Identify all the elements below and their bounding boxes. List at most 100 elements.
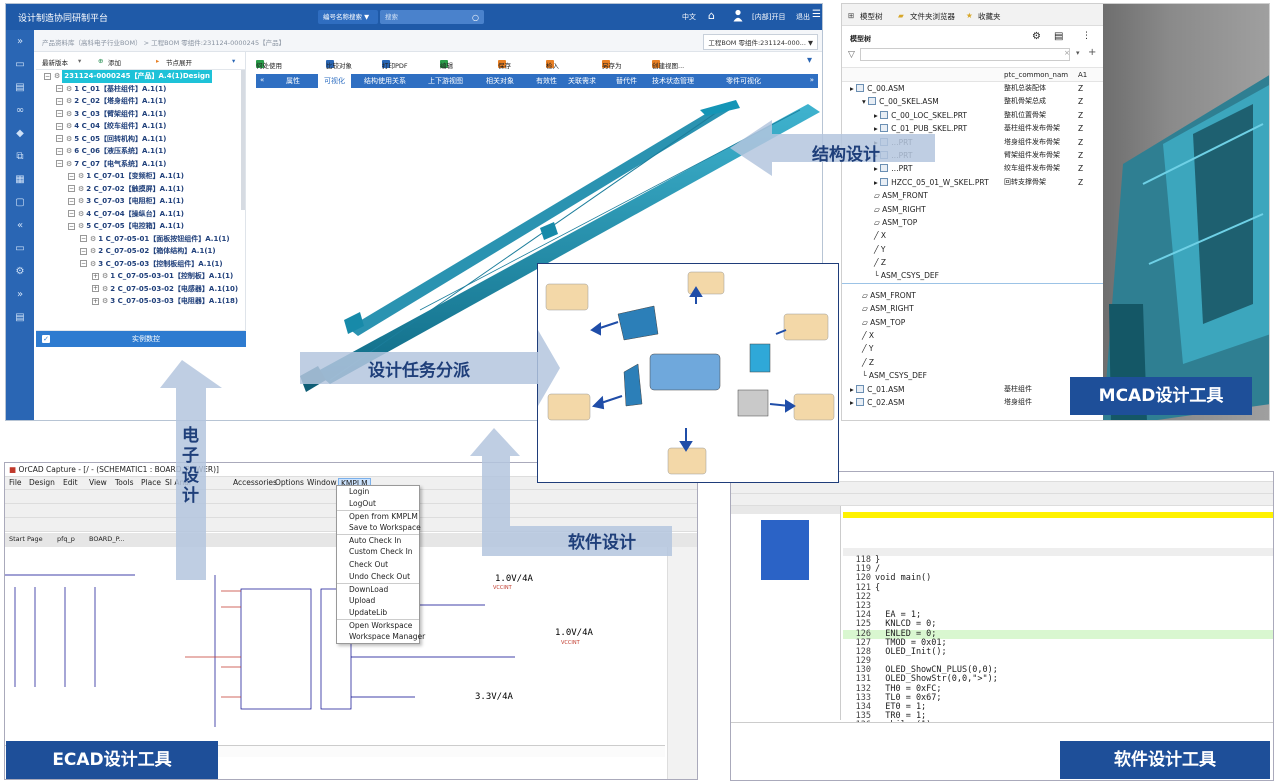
tree-toggle-icon[interactable]: −	[56, 160, 63, 167]
document-icon[interactable]: ▤	[6, 76, 34, 99]
tree-row[interactable]: − ⚙ 2 C_02【塔身组件】A.1(1)	[36, 95, 245, 108]
tree-scrollbar[interactable]	[241, 70, 245, 210]
expand-node-button[interactable]: 节点展开	[166, 57, 192, 67]
tree-toggle-icon[interactable]: +	[92, 285, 99, 292]
model-tree-row[interactable]: ▸ C_00.ASM 整机总装配体 Z	[842, 82, 1103, 95]
tree-toggle-icon[interactable]: −	[56, 122, 63, 130]
kmplm-menu-item[interactable]: Save to Workspace	[337, 522, 421, 534]
kmplm-menu-item[interactable]: Auto Check In	[337, 534, 419, 546]
filter-icon[interactable]: ▽	[848, 50, 855, 60]
tree-row[interactable]: + ⚙ 2 C_07-05-03-02【电感器】A.1(10)	[36, 283, 245, 296]
tree-row[interactable]: − ⚙ 6 C_06【液压系统】A.1(1)	[36, 145, 245, 158]
tree-toggle-icon[interactable]: −	[56, 135, 63, 142]
panel-checkbox[interactable]: ✓	[42, 335, 50, 343]
tab-8[interactable]: 技术状态管理	[652, 76, 694, 86]
column-a1[interactable]: A1	[1078, 71, 1087, 79]
tree-toggle-icon[interactable]: −	[56, 110, 63, 117]
tree-row[interactable]: − ⚙ 5 C_07-05【电控箱】A.1(1)	[36, 220, 245, 233]
chevron-down-icon[interactable]: ▾	[807, 55, 812, 66]
model-tree-row[interactable]: ╱ Y	[842, 243, 1103, 256]
tab-3[interactable]: 上下游视图	[428, 76, 463, 86]
tree-toggle-icon[interactable]: −	[80, 247, 87, 255]
kmplm-menu-item[interactable]: LogOut	[337, 498, 419, 510]
model-tree-row[interactable]: ▸ …PRT 绞车组件发布骨架 Z	[842, 162, 1103, 175]
menu-window[interactable]: Window	[307, 478, 337, 487]
tab-2[interactable]: 结构使用关系	[364, 76, 406, 86]
tree-toggle-icon[interactable]: −	[44, 72, 51, 80]
source-tabs[interactable]	[843, 548, 1273, 556]
bom-view-select[interactable]: 工程BOM 零组件:231124-000... ▼	[703, 34, 818, 50]
model-tree-row[interactable]: ╱ X	[842, 329, 1103, 342]
list-icon[interactable]: ▤	[6, 306, 34, 329]
tree-toggle-icon[interactable]: −	[56, 97, 63, 105]
kmplm-menu-item[interactable]: Workspace Manager	[337, 631, 425, 643]
tab-1[interactable]: 可视化	[318, 74, 351, 88]
model-tree-row[interactable]: ╱ Z	[842, 356, 1103, 369]
model-tree-row[interactable]: ▱ ASM_FRONT	[842, 189, 1103, 202]
tree-row[interactable]: − ⚙ 4 C_07-04【操纵台】A.1(1)	[36, 208, 245, 221]
expand-icon[interactable]: «	[6, 214, 34, 237]
instance-panel-header[interactable]: ✓ 实例数控	[36, 331, 246, 347]
clear-icon[interactable]: ×	[1064, 49, 1070, 57]
register-selection[interactable]	[761, 520, 809, 580]
model-tree-row[interactable]: ▸ C_01_PUB_SKEL.PRT 基柱组件发布骨架 Z	[842, 122, 1103, 135]
ecad-side-toolbar[interactable]	[667, 547, 697, 779]
model-tree-row[interactable]: ▸ …PRT 臂架组件发布骨架 Z	[842, 149, 1103, 162]
add-icon[interactable]: ⊕	[98, 57, 103, 65]
tree-toggle-icon[interactable]: −	[80, 260, 87, 267]
tree-toggle-icon[interactable]: −	[68, 210, 75, 217]
tree-row[interactable]: − ⚙ 1 C_07-01【变频柜】A.1(1)	[36, 170, 245, 183]
kmplm-menu-item[interactable]: Upload	[337, 595, 419, 607]
chevron-down-icon[interactable]: ▾	[78, 57, 81, 65]
kmplm-menu-item[interactable]: Custom Check In	[337, 546, 419, 558]
menu-icon[interactable]: ☰	[812, 9, 821, 20]
logout-link[interactable]: 退出	[796, 12, 810, 22]
model-tree-row[interactable]: ▸ …PRT 塔身组件发布骨架 Z	[842, 136, 1103, 149]
doc-tab[interactable]: pfq_p	[57, 535, 75, 543]
tree-extra-icon[interactable]: ⋮	[1082, 31, 1091, 41]
schematic-sheet[interactable]: 1.0V/4A 1.0V/4A 3.3V/4A VCCINT VCCINT	[5, 547, 665, 745]
kmplm-menu-item[interactable]: UpdateLib	[337, 607, 419, 619]
expand-node-icon[interactable]: ▸	[156, 57, 159, 65]
tree-row[interactable]: − ⚙ 2 C_07-05-02【箱体结构】A.1(1)	[36, 245, 245, 258]
version-select[interactable]: 最新版本	[42, 57, 68, 67]
model-tree-row[interactable]: ▱ ASM_FRONT	[842, 289, 1103, 302]
more-icon[interactable]: »	[6, 283, 34, 306]
tree-settings-icon[interactable]: ⚙	[1032, 31, 1041, 42]
menu-view[interactable]: View	[89, 478, 107, 487]
monitor-icon[interactable]: ▭	[6, 53, 34, 76]
tree-show-icon[interactable]: ▤	[1054, 31, 1063, 42]
menu-edit[interactable]: Edit	[63, 478, 78, 487]
model-tree-row[interactable]: ▸ C_00_LOC_SKEL.PRT 整机位置骨架 Z	[842, 109, 1103, 122]
menu-tools[interactable]: Tools	[115, 478, 133, 487]
grid-icon[interactable]: ▦	[6, 168, 34, 191]
menu-file[interactable]: File	[9, 478, 22, 487]
tree-toggle-icon[interactable]: −	[68, 197, 75, 205]
kmplm-menu-item[interactable]: DownLoad	[337, 582, 419, 595]
menu-design[interactable]: Design	[29, 478, 55, 487]
copy-icon[interactable]: ⧉	[6, 145, 34, 168]
tree-filter-input[interactable]	[860, 48, 1070, 61]
menu-accessories[interactable]: Accessories	[233, 478, 277, 487]
ide-toolbar-2[interactable]	[731, 494, 1273, 506]
tree-row[interactable]: − ⚙ 5 C_05【回转机构】A.1(1)	[36, 133, 245, 146]
model-tree-row[interactable]: ▸ HZCC_05_01_W_SKEL.PRT 回转支撑骨架 Z	[842, 176, 1103, 189]
kmplm-menu-item[interactable]: Undo Check Out	[337, 571, 419, 583]
source-editor[interactable]: 118} 119/120 void main() 121{122 123 124 EA =…	[843, 555, 1273, 758]
model-tree-row[interactable]: ╱ X	[842, 229, 1103, 242]
settings-icon[interactable]: ⚙	[6, 260, 34, 283]
link-icon[interactable]: ∞	[6, 99, 34, 122]
add-icon[interactable]: +	[1088, 47, 1096, 58]
tab-7[interactable]: 替代件	[616, 76, 637, 86]
tab-4[interactable]: 相关对象	[486, 76, 514, 86]
chevron-down-icon[interactable]: ▾	[232, 57, 235, 65]
column-common-name[interactable]: ptc_common_nam	[1004, 71, 1068, 79]
doc-tab[interactable]: BOARD_P...	[89, 535, 125, 543]
tree-toggle-icon[interactable]: −	[68, 222, 75, 230]
model-tree-row[interactable]: └ ASM_CSYS_DEF	[842, 369, 1103, 382]
model-tree-row[interactable]: ╱ Y	[842, 342, 1103, 355]
search-mode-select[interactable]: 编号名称搜索 ▼	[318, 10, 378, 24]
kmplm-menu-item[interactable]: Check Out	[337, 559, 419, 571]
tree-row[interactable]: − ⚙ 1 C_01【基柱组件】A.1(1)	[36, 83, 245, 96]
collapse-icon[interactable]: »	[6, 30, 34, 53]
